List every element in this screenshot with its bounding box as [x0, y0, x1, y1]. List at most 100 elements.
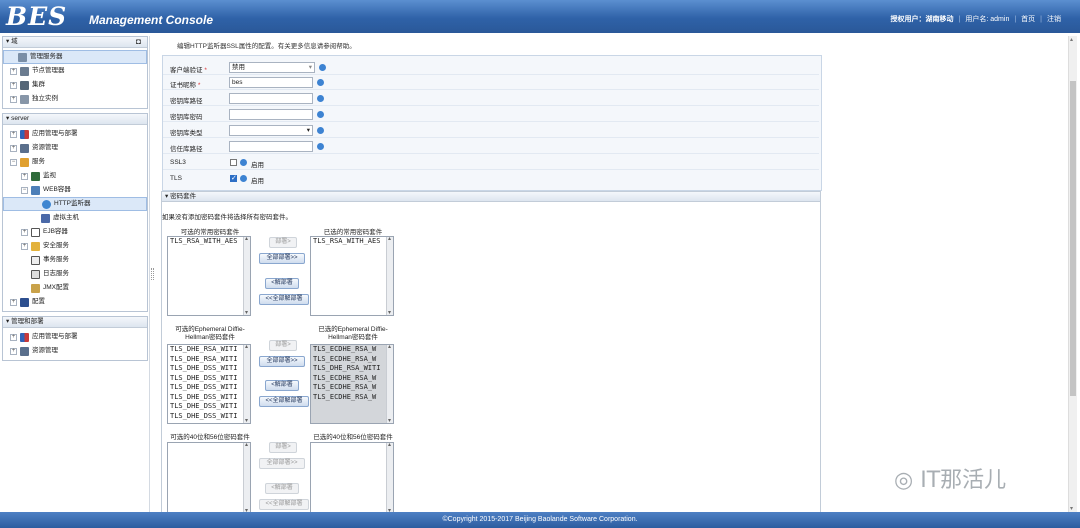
help-icon[interactable] [240, 159, 247, 166]
expand-icon[interactable]: + [10, 81, 17, 89]
scrollbar-thumb[interactable] [1070, 81, 1076, 396]
keystore-type-select[interactable]: ▾ [229, 125, 313, 136]
help-icon[interactable] [319, 64, 326, 71]
ssl3-checkbox[interactable] [230, 159, 237, 166]
tree-item-monitor[interactable]: + 监视 [3, 169, 147, 183]
expand-icon[interactable]: + [10, 298, 17, 306]
scrollbar[interactable] [386, 345, 393, 423]
ephemeral-avail-list[interactable]: TLS_DHE_RSA_WITI TLS_DHE_RSA_WITI TLS_DHE_… [167, 344, 251, 424]
client-auth-select[interactable]: 禁用 ▾ [229, 62, 315, 73]
common-sel-list[interactable]: TLS_RSA_WITH_AES [310, 236, 394, 316]
add-button[interactable]: 部署> [269, 340, 297, 351]
expand-icon[interactable]: + [21, 242, 28, 250]
cipher-option[interactable]: TLS_DHE_DSS_WITI [168, 374, 242, 384]
cipher-option[interactable]: TLS_DHE_RSA_WITI [168, 345, 242, 355]
remove-button[interactable]: <解部署 [265, 483, 299, 494]
remove-all-button[interactable]: <<全部解部署 [259, 499, 309, 510]
cipher-option[interactable]: TLS_ECDHE_RSA_W [311, 355, 385, 365]
tls-checkbox[interactable] [230, 174, 237, 182]
tree-item-web-container[interactable]: − WEB容器 [3, 183, 147, 197]
expand-icon[interactable]: + [10, 144, 17, 152]
collapse-icon[interactable]: ◘ [136, 37, 141, 47]
tree-item-transaction[interactable]: 事务服务 [3, 253, 147, 267]
expand-icon[interactable]: + [10, 95, 17, 103]
scroll-up-icon[interactable]: ▴ [1070, 36, 1073, 43]
tree-item-http-listener[interactable]: HTTP监听器 [3, 197, 147, 211]
remove-all-button[interactable]: <<全部解部署 [259, 294, 309, 305]
cipher-option[interactable]: TLS_DHE_RSA_WITI [311, 364, 385, 374]
collapse-icon[interactable]: − [21, 186, 28, 194]
remove-all-button[interactable]: <<全部解部署 [259, 396, 309, 407]
cipher-option[interactable]: TLS_DHE_DSS_WITI [168, 383, 242, 393]
add-button[interactable]: 部署> [269, 442, 297, 453]
cipher-option[interactable]: TLS_DHE_DSS_WITI [168, 364, 242, 374]
tree-item-virtual-host[interactable]: 虚拟主机 [3, 211, 147, 225]
panel-splitter[interactable] [149, 36, 155, 512]
collapse-icon[interactable]: − [10, 158, 17, 166]
cipher-option[interactable]: TLS_RSA_WITH_AES [311, 237, 385, 247]
splitter-grip-icon[interactable] [151, 268, 154, 280]
cipher-option[interactable]: TLS_DHE_RSA_WITI [168, 355, 242, 365]
home-link[interactable]: 首页 [1016, 14, 1040, 24]
help-icon[interactable] [317, 79, 324, 86]
tree-item-log[interactable]: 日志服务 [3, 267, 147, 281]
scroll-down-icon[interactable]: ▾ [1070, 505, 1073, 512]
page-scrollbar[interactable]: ▴ ▾ [1068, 36, 1077, 512]
scrollbar[interactable] [243, 237, 250, 315]
weak-sel-list[interactable] [310, 442, 394, 512]
tree-item-config[interactable]: + 配置 [3, 295, 147, 309]
help-icon[interactable] [240, 175, 247, 182]
cipher-option[interactable]: TLS_ECDHE_RSA_W [311, 393, 385, 403]
tree-item-ejb[interactable]: + EJB容器 [3, 225, 147, 239]
tree-item-app-deploy[interactable]: + 应用管理与部署 [3, 127, 147, 141]
tree-item-node-manager[interactable]: + 节点管理器 [3, 64, 147, 78]
tree-item-mgmt-resources[interactable]: + 资源管理 [3, 344, 147, 358]
cipher-option[interactable]: TLS_ECDHE_RSA_W [311, 345, 385, 355]
help-icon[interactable] [317, 95, 324, 102]
keystore-pwd-input[interactable] [229, 109, 313, 120]
expand-icon[interactable]: + [10, 333, 17, 341]
scrollbar[interactable] [243, 443, 250, 512]
cipher-section-header[interactable]: ▾ 密码套件 [161, 191, 821, 202]
add-button[interactable]: 部署> [269, 237, 297, 248]
weak-avail-list[interactable] [167, 442, 251, 512]
cert-name-input[interactable]: bes [229, 77, 313, 88]
scrollbar[interactable] [386, 443, 393, 512]
tree-item-jmx[interactable]: JMX配置 [3, 281, 147, 295]
cipher-option[interactable]: TLS_RSA_WITH_AES [168, 237, 242, 247]
logout-link[interactable]: 注销 [1042, 14, 1066, 24]
domain-panel-header[interactable]: ▾ 域 ◘ [3, 37, 147, 48]
cipher-option[interactable]: TLS_DHE_DSS_WITI [168, 393, 242, 403]
ephemeral-sel-list[interactable]: TLS_ECDHE_RSA_W TLS_ECDHE_RSA_W TLS_DHE_RS… [310, 344, 394, 424]
cipher-option[interactable]: TLS_DHE_DSS_WITI [168, 402, 242, 412]
add-all-button[interactable]: 全部部署>> [259, 458, 305, 469]
cipher-option[interactable]: TLS_DHE_DSS_WITI [168, 412, 242, 422]
help-icon[interactable] [317, 111, 324, 118]
cipher-option[interactable]: TLS_ECDHE_RSA_W [311, 374, 385, 384]
expand-icon[interactable]: + [10, 67, 17, 75]
scrollbar[interactable] [386, 237, 393, 315]
cipher-option[interactable]: TLS_ECDHE_RSA_W [311, 383, 385, 393]
add-all-button[interactable]: 全部部署>> [259, 253, 305, 264]
add-all-button[interactable]: 全部部署>> [259, 356, 305, 367]
server-panel-header[interactable]: ▾ server [3, 114, 147, 125]
mgmt-panel-header[interactable]: ▾ 管理和部署 [3, 317, 147, 328]
remove-button[interactable]: <解部署 [265, 278, 299, 289]
remove-button[interactable]: <解部署 [265, 380, 299, 391]
tree-item-resources[interactable]: + 资源管理 [3, 141, 147, 155]
expand-icon[interactable]: + [21, 228, 28, 236]
expand-icon[interactable]: + [21, 172, 28, 180]
tree-item-mgmt-app-deploy[interactable]: + 应用管理与部署 [3, 330, 147, 344]
tree-item-standalone[interactable]: + 独立实例 [3, 92, 147, 106]
help-icon[interactable] [317, 143, 324, 150]
expand-icon[interactable]: + [10, 347, 17, 355]
tree-item-services[interactable]: − 服务 [3, 155, 147, 169]
scrollbar[interactable] [243, 345, 250, 423]
tree-item-admin-server[interactable]: 管理服务器 [3, 50, 147, 64]
keystore-path-input[interactable] [229, 93, 313, 104]
tree-item-security[interactable]: + 安全服务 [3, 239, 147, 253]
help-icon[interactable] [317, 127, 324, 134]
expand-icon[interactable]: + [10, 130, 17, 138]
common-avail-list[interactable]: TLS_RSA_WITH_AES [167, 236, 251, 316]
tree-item-cluster[interactable]: + 集群 [3, 78, 147, 92]
